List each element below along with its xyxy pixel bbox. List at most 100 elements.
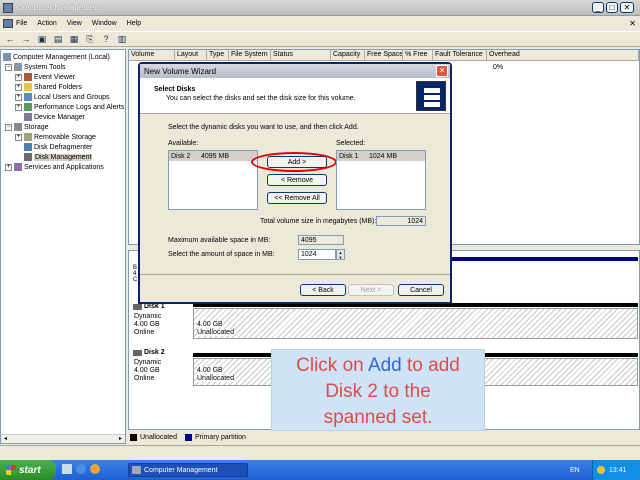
forward-icon[interactable]: → [19, 32, 33, 46]
column-percent-free[interactable]: % Free [403, 50, 433, 60]
callout-line-2: Disk 2 to the [325, 381, 431, 402]
menu-window[interactable]: Window [92, 20, 117, 27]
disk-management-icon [24, 153, 32, 161]
column-overhead[interactable]: Overhead [487, 50, 639, 60]
column-type[interactable]: Type [207, 50, 229, 60]
show-tree-icon[interactable]: ▤ [51, 32, 65, 46]
new-volume-wizard-dialog: New Volume Wizard ✕ Select Disks You can… [138, 62, 452, 304]
callout-keyword: Add [367, 355, 402, 376]
back-button[interactable]: < Back [300, 284, 346, 296]
export-icon[interactable]: ⎘ [83, 32, 97, 46]
legend-primary-swatch [184, 433, 192, 441]
column-fault-tolerance[interactable]: Fault Tolerance [433, 50, 487, 60]
tree-item-removable-storage[interactable]: + Removable Storage [15, 132, 96, 142]
amount-input[interactable]: 1024 [298, 249, 336, 260]
wizard-heading: Select Disks [154, 86, 196, 93]
taskbar: start Computer Management EN 13:41 [0, 460, 640, 480]
refresh-icon[interactable]: ▥ [115, 32, 129, 46]
expand-icon[interactable]: + [15, 103, 22, 111]
collapse-icon[interactable]: − [5, 123, 12, 131]
tree-item-performance-logs[interactable]: + Performance Logs and Alerts [15, 102, 124, 112]
wizard-subheading: You can select the disks and set the dis… [166, 95, 356, 102]
available-disks-list[interactable]: Disk 2 4095 MB [168, 150, 258, 210]
tutorial-callout: Click on Add to add Disk 2 to the spanne… [271, 349, 485, 431]
expand-icon[interactable]: + [15, 93, 22, 101]
expand-icon[interactable]: + [15, 133, 22, 141]
device-manager-icon [24, 113, 32, 121]
expand-icon[interactable]: + [5, 163, 12, 171]
tree-item-event-viewer[interactable]: + Event Viewer [15, 72, 75, 82]
start-button[interactable]: start [0, 460, 56, 480]
disk-2-partition-size: 4.00 GB [197, 367, 223, 374]
menu-view[interactable]: View [67, 20, 82, 27]
max-space-value: 4095 [298, 235, 344, 245]
close-button[interactable]: ✕ [620, 2, 634, 13]
remove-all-button[interactable]: << Remove All [267, 192, 327, 204]
wizard-instruction: Select the dynamic disks you want to use… [168, 124, 359, 131]
column-free-space[interactable]: Free Space [365, 50, 403, 60]
back-icon[interactable]: ← [3, 32, 17, 46]
up-folder-icon[interactable]: ▣ [35, 32, 49, 46]
wizard-disk-stack-icon [416, 81, 446, 111]
network-icon[interactable] [597, 466, 605, 474]
wizard-close-button[interactable]: ✕ [436, 65, 448, 77]
tree-item-computer-management[interactable]: Computer Management (Local) [3, 52, 110, 62]
system-tray: 13:41 [592, 460, 640, 480]
users-icon [24, 93, 32, 101]
desktop-icon[interactable] [62, 464, 72, 474]
selected-disks-list[interactable]: Disk 1 1024 MB [336, 150, 426, 210]
remove-button[interactable]: < Remove [267, 174, 327, 186]
next-button[interactable]: Next > [348, 284, 394, 296]
disk-2-size: 4.00 GB [134, 367, 160, 374]
tools-icon [14, 63, 22, 71]
cancel-button[interactable]: Cancel [398, 284, 444, 296]
selected-disk-item[interactable]: Disk 1 1024 MB [337, 151, 425, 161]
media-player-icon[interactable] [90, 464, 100, 474]
tree-item-system-tools[interactable]: − System Tools [5, 62, 66, 72]
column-file-system[interactable]: File System [229, 50, 271, 60]
menu-icon [3, 19, 13, 28]
column-layout[interactable]: Layout [175, 50, 207, 60]
menu-bar: File Action View Window Help ✕ [0, 17, 640, 30]
scroll-right-icon[interactable]: ▸ [116, 435, 125, 443]
column-volume[interactable]: Volume [129, 50, 175, 60]
tree-horizontal-scrollbar[interactable]: ◂ ▸ [1, 434, 125, 443]
help-icon[interactable]: ? [99, 32, 113, 46]
amount-spinner[interactable]: ▲ ▼ [336, 249, 345, 260]
expand-icon[interactable]: + [15, 73, 22, 81]
tree-item-disk-defragmenter[interactable]: Disk Defragmenter [24, 142, 92, 152]
menu-file[interactable]: File [16, 20, 27, 27]
expand-icon[interactable]: + [15, 83, 22, 91]
minimize-button[interactable]: _ [592, 2, 604, 13]
tree-item-device-manager[interactable]: Device Manager [24, 112, 85, 122]
column-capacity[interactable]: Capacity [331, 50, 365, 60]
tree-item-storage[interactable]: − Storage [5, 122, 49, 132]
language-indicator[interactable]: EN [570, 467, 580, 474]
disk-icon [133, 349, 142, 356]
browser-icon[interactable] [76, 464, 86, 474]
add-button-highlight-ring [251, 152, 337, 172]
menu-help[interactable]: Help [127, 20, 141, 27]
disk-2-partition-label: Unallocated [197, 375, 234, 382]
disk-1-status: Online [134, 329, 155, 336]
collapse-icon[interactable]: − [5, 63, 12, 71]
taskbar-item-computer-management[interactable]: Computer Management [128, 463, 248, 477]
available-disk-item[interactable]: Disk 2 4095 MB [169, 151, 257, 161]
tree-item-shared-folders[interactable]: + Shared Folders [15, 82, 82, 92]
column-status[interactable]: Status [271, 50, 331, 60]
services-icon [14, 163, 22, 171]
scroll-left-icon[interactable]: ◂ [1, 435, 10, 443]
available-label: Available: [168, 140, 199, 147]
title-bar: Computer Management _ □ ✕ [0, 0, 640, 16]
menu-close-icon[interactable]: ✕ [629, 19, 636, 28]
computer-icon [3, 53, 11, 61]
tree-item-services-applications[interactable]: + Services and Applications [5, 162, 104, 172]
clock: 13:41 [609, 466, 627, 474]
disk-1-unallocated-partition[interactable]: 4.00 GB Unallocated [193, 308, 638, 339]
maximize-button[interactable]: □ [606, 2, 618, 13]
properties-icon[interactable]: ▦ [67, 32, 81, 46]
tree-item-local-users[interactable]: + Local Users and Groups [15, 92, 109, 102]
tree-item-disk-management[interactable]: Disk Management [24, 152, 93, 162]
disk-2-label: Disk 2 [133, 349, 165, 356]
menu-action[interactable]: Action [37, 20, 56, 27]
